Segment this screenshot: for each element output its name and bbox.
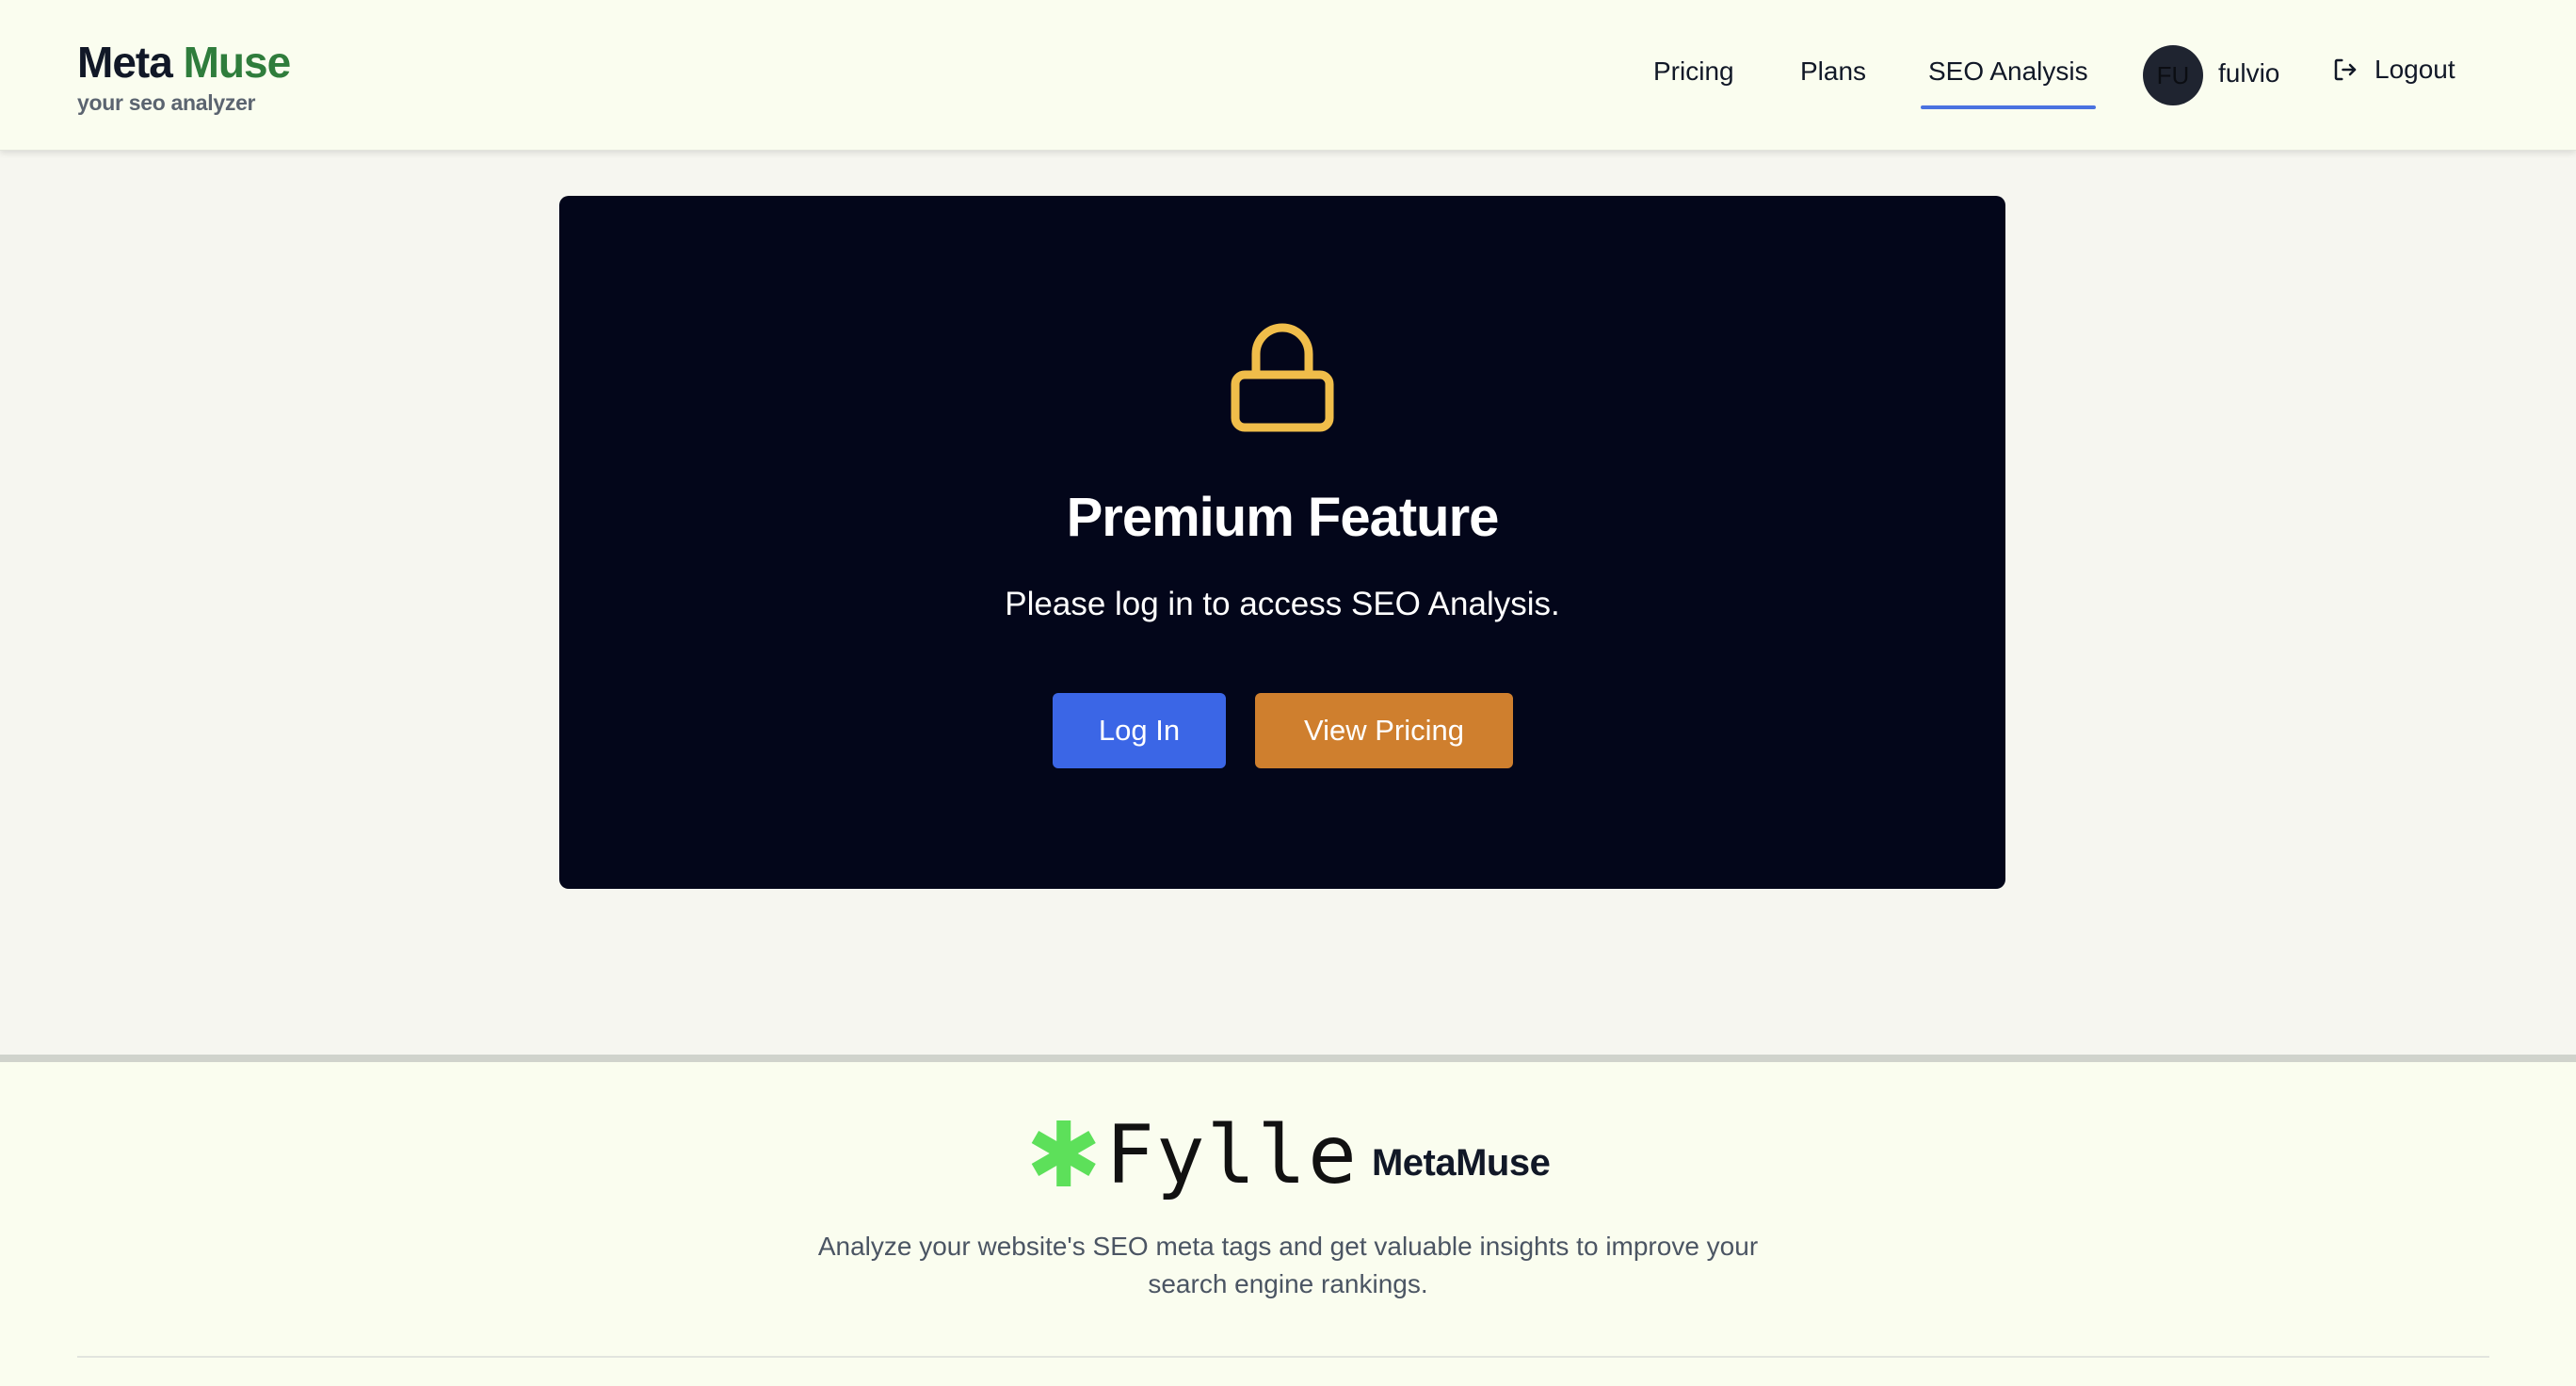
fylle-logo: ✱ Fylle: [1025, 1103, 1359, 1208]
logout-label: Logout: [2375, 55, 2455, 84]
fylle-star-icon: ✱: [1025, 1103, 1103, 1208]
log-in-button[interactable]: Log In: [1053, 693, 1226, 768]
top-navbar: Meta Muse your seo analyzer Pricing Plan…: [0, 0, 2576, 151]
nav-pricing[interactable]: Pricing: [1653, 56, 1734, 87]
logout-icon: [2334, 58, 2357, 81]
footer: ✱ Fylle MetaMuse Analyze your website's …: [0, 1055, 2576, 1386]
brand-title-part1: Meta: [77, 38, 173, 87]
view-pricing-button[interactable]: View Pricing: [1255, 693, 1513, 768]
nav-plans[interactable]: Plans: [1800, 56, 1866, 87]
brand-title: Meta Muse: [77, 34, 292, 90]
premium-feature-title: Premium Feature: [1066, 487, 1500, 548]
nav-seo-analysis[interactable]: SEO Analysis: [1921, 56, 2096, 109]
footer-description: Analyze your website's SEO meta tags and…: [817, 1232, 1759, 1298]
footer-logo: ✱ Fylle MetaMuse: [0, 1103, 2576, 1208]
user-name[interactable]: fulvio: [2218, 58, 2279, 89]
premium-feature-card: Premium Feature Please log in to access …: [559, 196, 2005, 889]
product-name: MetaMuse: [1371, 1142, 1551, 1184]
brand-title-part2: Muse: [183, 38, 292, 87]
footer-divider: [77, 1356, 2489, 1358]
lock-icon: [1231, 323, 1334, 432]
brand-logo[interactable]: Meta Muse your seo analyzer: [77, 34, 292, 116]
logout-button[interactable]: Logout: [2331, 55, 2455, 85]
user-avatar[interactable]: FU: [2143, 45, 2203, 105]
login-required-message: Please log in to access SEO Analysis.: [1005, 586, 1560, 622]
fylle-wordmark: Fylle: [1105, 1108, 1359, 1202]
brand-tagline: your seo analyzer: [77, 90, 256, 115]
